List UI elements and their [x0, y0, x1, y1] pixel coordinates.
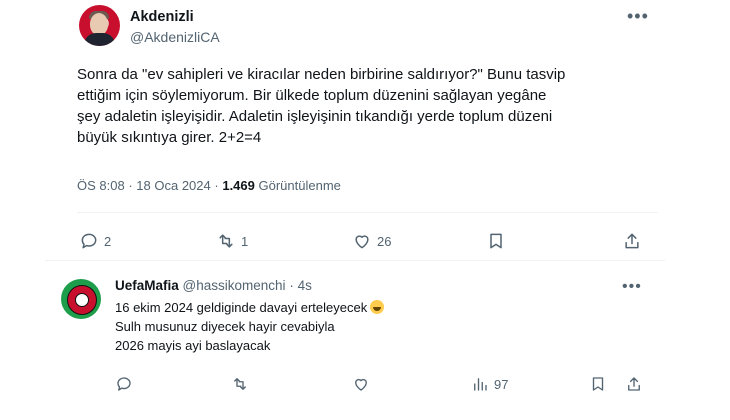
author-name[interactable]: Akdenizli — [130, 9, 194, 25]
reply-views-count: 97 — [494, 376, 509, 392]
share-icon — [625, 233, 639, 249]
reply-views-button[interactable]: 97 — [471, 375, 508, 393]
reply-author-avatar[interactable] — [61, 279, 101, 319]
divider — [77, 212, 658, 213]
reply-text-line: Sulh musunuz diyecek hayir cevabiyla — [115, 319, 335, 334]
reply-count: 2 — [104, 233, 112, 249]
meta-separator: · — [289, 278, 294, 293]
heart-icon — [355, 235, 369, 249]
author-avatar[interactable] — [79, 5, 120, 46]
tweet-text: Sonra da "ev sahipleri ve kiracılar nede… — [77, 64, 597, 148]
reply-repost-button[interactable] — [231, 375, 249, 393]
divider — [45, 260, 665, 261]
avatar-ball — [75, 293, 89, 307]
tweet-text-line: büyük sıkıntıya girer. 2+2=4 — [77, 129, 262, 146]
bookmark-icon — [592, 377, 604, 391]
reply-author-name[interactable]: UefaMafia — [115, 278, 179, 293]
meta-separator: · — [128, 178, 133, 193]
bookmark-button[interactable] — [486, 231, 506, 251]
reply-like-button[interactable] — [352, 375, 370, 393]
reply-text-line-content: 16 ekim 2024 geldiginde davayi erteleyec… — [115, 300, 368, 315]
reply-header: UefaMafia @hassikomenchi · 4s — [115, 278, 312, 293]
reply-text-line: 2026 mayis ayi baslayacak — [115, 338, 271, 353]
tweet-meta: ÖS 8:08 · 18 Oca 2024 · 1.469 Görüntülen… — [77, 178, 341, 193]
repost-count: 1 — [241, 233, 249, 249]
tweet-time[interactable]: ÖS 8:08 — [77, 178, 125, 193]
avatar-face — [90, 13, 108, 35]
reply-reply-button[interactable] — [115, 375, 133, 393]
rolling-laughing-emoji-icon — [370, 300, 385, 314]
previous-tweet-cutoff: ________ _______ _______ ________ — [128, 0, 398, 3]
tweet-text-line: Sonra da "ev sahipleri ve kiracılar nede… — [77, 66, 566, 83]
more-options-icon[interactable]: ••• — [622, 279, 642, 295]
reply-text-line: 16 ekim 2024 geldiginde davayi erteleyec… — [115, 298, 385, 317]
tweet-date[interactable]: 18 Oca 2024 — [136, 178, 210, 193]
share-button[interactable] — [622, 231, 642, 251]
reply-share-button[interactable] — [625, 375, 643, 393]
like-count: 26 — [377, 233, 392, 249]
reply-icon — [117, 377, 131, 391]
reply-icon — [81, 233, 97, 249]
repost-icon — [219, 234, 233, 248]
like-button[interactable]: 26 — [352, 231, 391, 251]
meta-separator: · — [214, 178, 219, 193]
reply-author-handle[interactable]: @hassikomenchi — [183, 278, 286, 293]
author-handle[interactable]: @AkdenizliCA — [130, 29, 220, 45]
bookmark-icon — [490, 233, 502, 249]
tweet-text-line: şey adaletin işleyişidir. Adaletin işley… — [77, 108, 553, 125]
repost-button[interactable]: 1 — [216, 231, 248, 251]
tweet-text-line: ettiğim için söylemiyorum. Bir ülkede to… — [77, 87, 547, 104]
reply-button[interactable]: 2 — [79, 231, 111, 251]
reply-time[interactable]: 4s — [298, 278, 312, 293]
reply-text: 16 ekim 2024 geldiginde davayi erteleyec… — [115, 298, 385, 355]
repost-icon — [234, 378, 246, 390]
heart-icon — [355, 378, 367, 391]
views-label: Görüntülenme — [258, 178, 341, 193]
views-count: 1.469 — [222, 178, 255, 193]
avatar-suit — [84, 33, 115, 46]
more-options-icon[interactable]: ••• — [627, 7, 649, 25]
analytics-icon — [474, 378, 487, 391]
share-icon — [628, 377, 640, 391]
reply-bookmark-button[interactable] — [589, 375, 607, 393]
